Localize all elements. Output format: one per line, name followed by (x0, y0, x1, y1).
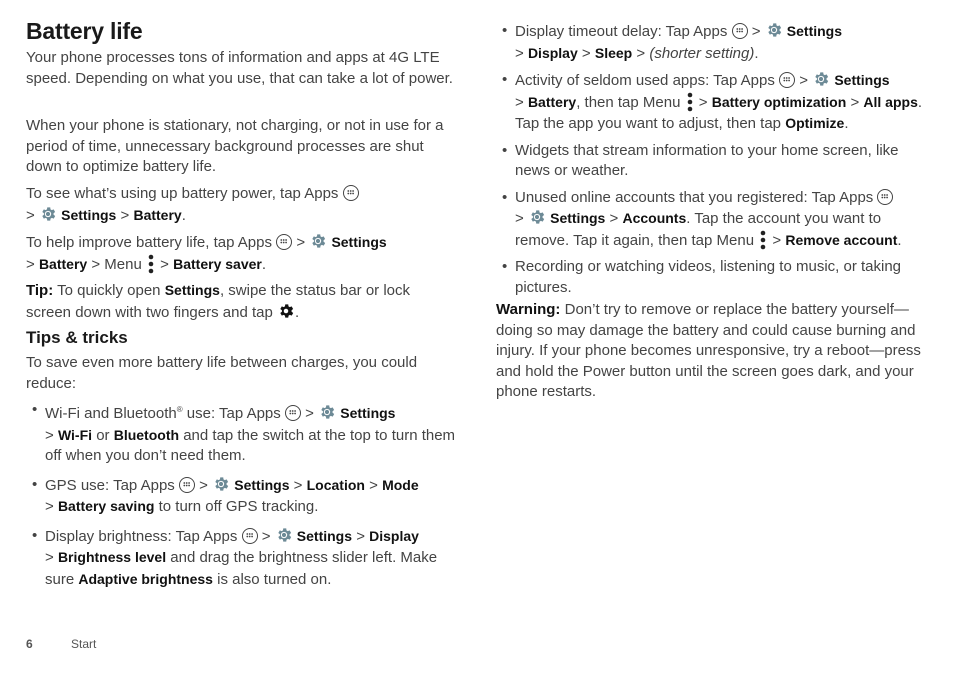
menu-icon (687, 92, 693, 112)
settings-gear-icon (765, 21, 783, 39)
tip-paragraph: Tip: To quickly open Settings, swipe the… (26, 282, 411, 321)
battery-link: Battery (38, 255, 88, 272)
battery-link: Battery (133, 206, 182, 223)
page-title: Battery life (26, 18, 143, 44)
quick-settings-gear-icon (277, 302, 295, 320)
tips-heading: Tips & tricks (26, 328, 128, 347)
list-item: Unused online accounts that you register… (496, 188, 930, 252)
tip-label: Tip: (26, 282, 54, 299)
list-item: Wi-Fi and Bluetooth® use: Tap Apps > Set… (26, 400, 458, 467)
settings-gear-icon (39, 205, 57, 223)
tips-intro: To save even more battery life between c… (26, 354, 418, 392)
settings-link: Settings (61, 206, 117, 223)
apps-icon (877, 188, 894, 205)
improve-paragraph: To help improve battery life, tap Apps >… (26, 232, 387, 274)
intro-paragraph-1: Your phone processes tons of information… (26, 49, 453, 87)
settings-gear-icon (318, 403, 336, 421)
list-item: Activity of seldom used apps: Tap Apps >… (496, 70, 930, 135)
apps-icon (342, 185, 359, 201)
battery-saver-link: Battery saver (173, 255, 262, 272)
apps-icon (178, 476, 195, 493)
apps-icon (731, 23, 748, 39)
warning-label: Warning: (496, 301, 561, 318)
settings-gear-icon (212, 475, 230, 493)
list-item: GPS use: Tap Apps > Settings > Location … (26, 475, 458, 518)
list-item: Recording or watching videos, listening … (496, 257, 930, 298)
apps-icon (276, 234, 293, 250)
apps-icon (241, 527, 258, 544)
list-item: Display timeout delay: Tap Apps > Settin… (496, 21, 930, 64)
apps-icon (779, 72, 796, 88)
apps-icon (284, 405, 301, 421)
settings-gear-icon (528, 208, 546, 226)
menu-icon (148, 254, 154, 274)
see-usage-paragraph: To see what’s using up battery power, ta… (26, 184, 458, 226)
settings-gear-icon (309, 232, 327, 250)
warning-paragraph: Warning: Don’t try to remove or replace … (496, 301, 921, 400)
settings-gear-icon (812, 70, 830, 88)
settings-link: Settings (331, 234, 387, 250)
settings-gear-icon (275, 526, 293, 544)
list-item: Display brightness: Tap Apps > Settings … (26, 526, 458, 591)
page-number: 6 (26, 637, 33, 651)
list-item: Widgets that stream information to your … (496, 141, 930, 182)
section-name: Start (71, 637, 97, 651)
menu-icon (760, 230, 766, 250)
intro-paragraph-2: When your phone is stationary, not charg… (26, 117, 444, 175)
